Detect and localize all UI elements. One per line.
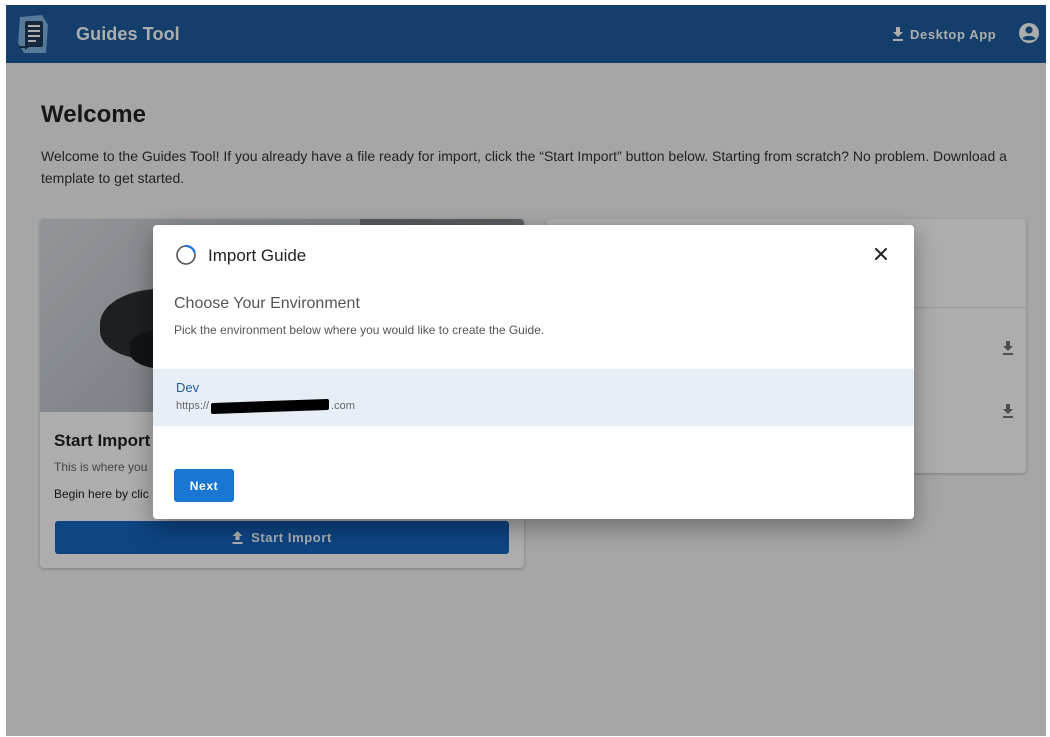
environment-url: https:// .com bbox=[176, 398, 355, 414]
next-button[interactable]: Next bbox=[174, 469, 234, 502]
dialog-heading: Choose Your Environment bbox=[174, 295, 360, 312]
import-guide-dialog: Import Guide Choose Your Environment Pic… bbox=[153, 225, 914, 519]
page-frame: Guides Tool Desktop App Welcome Welcome … bbox=[6, 5, 1046, 736]
redaction-mark bbox=[211, 398, 330, 414]
environment-url-suffix: .com bbox=[331, 400, 355, 412]
close-icon[interactable] bbox=[873, 246, 889, 262]
loading-spinner-icon bbox=[176, 244, 196, 265]
dialog-description: Pick the environment below where you wou… bbox=[174, 323, 545, 337]
dialog-title: Import Guide bbox=[208, 246, 307, 265]
environment-option-dev[interactable]: Dev https:// .com bbox=[153, 369, 914, 426]
environment-url-prefix: https:// bbox=[176, 400, 210, 412]
environment-name: Dev bbox=[176, 380, 200, 395]
